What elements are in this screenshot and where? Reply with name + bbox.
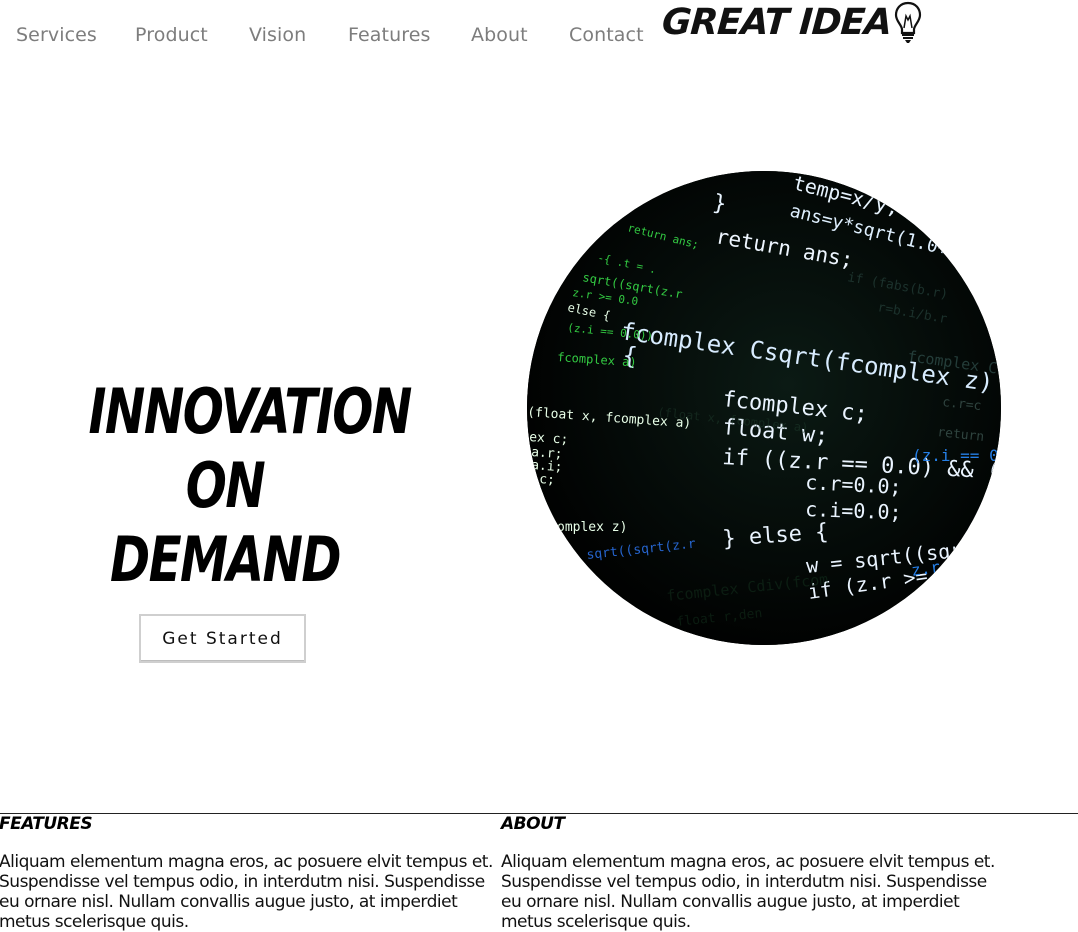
code-line: (z.i == 0.0)) <box>912 446 1001 465</box>
about-heading: ABOUT <box>501 814 565 834</box>
code-line: omplex z) <box>557 520 627 535</box>
about-section: ABOUT Aliquam elementum magna eros, ac p… <box>501 814 1001 932</box>
nav-link-services[interactable]: Services <box>16 24 97 46</box>
about-text: Aliquam elementum magna eros, ac posuere… <box>501 852 995 932</box>
nav-link-vision[interactable]: Vision <box>249 24 306 46</box>
features-section: FEATURES Aliquam elementum magna eros, a… <box>0 814 499 932</box>
features-heading: FEATURES <box>0 814 93 834</box>
code-line: c; <box>539 472 556 488</box>
brand-logo-text: GREAT IDEA <box>660 2 893 43</box>
lightbulb-icon <box>895 1 922 43</box>
hero-heading-line: DEMAND <box>109 523 342 596</box>
features-text: Aliquam elementum magna eros, ac posuere… <box>0 852 493 932</box>
get-started-button[interactable]: Get Started <box>139 614 306 663</box>
hero-heading-line: INNOVATION <box>88 375 413 448</box>
top-navigation: Services Product Vision Features About C… <box>0 0 1078 70</box>
nav-link-product[interactable]: Product <box>135 24 208 46</box>
nav-link-about[interactable]: About <box>471 24 528 46</box>
nav-link-contact[interactable]: Contact <box>569 24 644 46</box>
nav-link-features[interactable]: Features <box>348 24 431 46</box>
hero-heading: INNOVATION ON DEMAND <box>50 375 413 597</box>
code-screen-graphic: temp=x/y;} ans=y*sqrt(1.0+temp*tempreturn… <box>527 171 1001 645</box>
hero-heading-line: ON <box>185 449 266 522</box>
brand-logo[interactable]: GREAT IDEA <box>660 0 924 46</box>
code-screen-image: temp=x/y;} ans=y*sqrt(1.0+temp*temp return… <box>527 171 1001 645</box>
code-line: c.r=0.0; <box>805 470 902 499</box>
